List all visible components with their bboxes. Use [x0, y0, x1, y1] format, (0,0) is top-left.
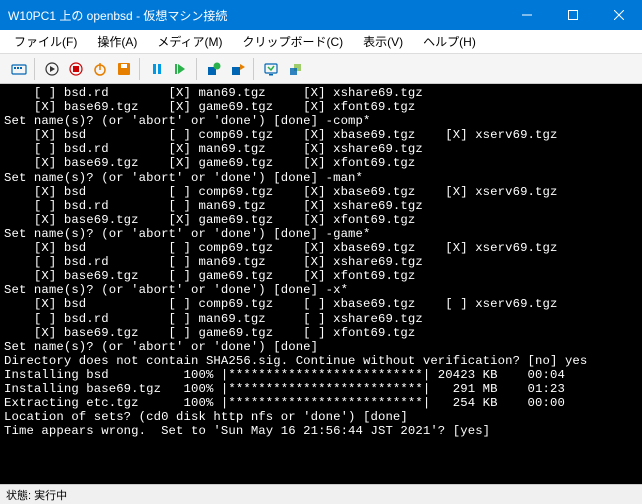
ctrl-alt-del-button[interactable]	[8, 58, 30, 80]
reset-button[interactable]	[170, 58, 192, 80]
window-title: W10PC1 上の openbsd - 仮想マシン接続	[8, 7, 504, 24]
save-button[interactable]	[113, 58, 135, 80]
menubar: ファイル(F) 操作(A) メディア(M) クリップボード(C) 表示(V) ヘ…	[0, 30, 642, 54]
shutdown-button[interactable]	[89, 58, 111, 80]
checkpoint-button[interactable]	[203, 58, 225, 80]
menu-file[interactable]: ファイル(F)	[4, 30, 87, 53]
menu-media[interactable]: メディア(M)	[147, 30, 232, 53]
status-value: 実行中	[34, 487, 67, 503]
share-button[interactable]	[284, 58, 306, 80]
window-buttons	[504, 0, 642, 30]
titlebar: W10PC1 上の openbsd - 仮想マシン接続	[0, 0, 642, 30]
status-label: 状態:	[6, 487, 31, 503]
revert-button[interactable]	[227, 58, 249, 80]
turnoff-button[interactable]	[65, 58, 87, 80]
menu-action[interactable]: 操作(A)	[87, 30, 147, 53]
menu-help[interactable]: ヘルプ(H)	[413, 30, 486, 53]
statusbar: 状態: 実行中	[0, 484, 642, 504]
start-button[interactable]	[41, 58, 63, 80]
menu-view[interactable]: 表示(V)	[353, 30, 413, 53]
toolbar	[0, 54, 642, 84]
terminal[interactable]: [ ] bsd.rd [X] man69.tgz [X] xshare69.tg…	[0, 84, 642, 484]
enhanced-session-button[interactable]	[260, 58, 282, 80]
maximize-button[interactable]	[550, 0, 596, 30]
menu-clipboard[interactable]: クリップボード(C)	[232, 30, 353, 53]
pause-button[interactable]	[146, 58, 168, 80]
close-button[interactable]	[596, 0, 642, 30]
minimize-button[interactable]	[504, 0, 550, 30]
